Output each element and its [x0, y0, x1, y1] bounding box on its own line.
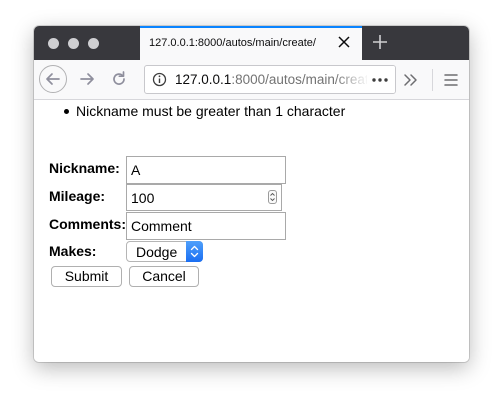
error-message: Nickname must be greater than 1 characte… [64, 103, 346, 119]
mileage-input[interactable]: 100 [126, 184, 282, 211]
makes-select[interactable]: Dodge [126, 241, 203, 262]
reload-button[interactable] [106, 66, 134, 94]
window-minimize-dot[interactable] [68, 38, 79, 49]
new-tab-icon[interactable] [371, 33, 389, 51]
active-tab[interactable]: 127.0.0.1:8000/autos/main/create/ [140, 26, 362, 60]
error-text: Nickname must be greater than 1 characte… [76, 103, 346, 119]
back-button[interactable] [39, 65, 67, 93]
submit-button[interactable]: Submit [51, 266, 122, 287]
cancel-button[interactable]: Cancel [129, 266, 199, 287]
tab-bar: 127.0.0.1:8000/autos/main/create/ [34, 26, 469, 60]
toolbar-separator [432, 69, 433, 91]
window-zoom-dot[interactable] [88, 38, 99, 49]
nickname-label: Nickname: [49, 160, 120, 176]
mileage-label: Mileage: [49, 188, 106, 204]
back-arrow-icon [46, 73, 60, 85]
page-content: Nickname must be greater than 1 characte… [34, 100, 469, 362]
url-bar[interactable]: 127.0.0.1:8000/autos/main/create/ [144, 65, 396, 94]
browser-window: 127.0.0.1:8000/autos/main/create/ 127.0.… [34, 26, 469, 362]
comments-label: Comments: [49, 216, 127, 232]
comments-input[interactable] [126, 212, 286, 240]
reload-icon [113, 71, 125, 85]
hamburger-menu-icon[interactable] [441, 70, 461, 90]
error-list: Nickname must be greater than 1 characte… [64, 103, 346, 119]
more-actions-icon[interactable] [370, 66, 390, 93]
nickname-input[interactable] [126, 156, 286, 184]
forward-button[interactable] [74, 66, 102, 94]
forward-arrow-icon [80, 73, 94, 85]
select-chevron-icon [190, 245, 199, 258]
makes-selected-value: Dodge [136, 244, 178, 260]
mileage-spinner[interactable] [268, 190, 277, 204]
url-fade [335, 66, 369, 93]
navigation-toolbar: 127.0.0.1:8000/autos/main/create/ [34, 60, 469, 100]
select-arrow [186, 241, 203, 262]
bullet [64, 109, 69, 114]
tab-title: 127.0.0.1:8000/autos/main/create/ [149, 37, 316, 49]
spinner-arrows-icon [270, 192, 275, 202]
overflow-chevron-icon[interactable] [401, 70, 421, 90]
makes-label: Makes: [49, 243, 97, 259]
url-host: 127.0.0.1 [175, 72, 232, 87]
window-close-dot[interactable] [48, 38, 59, 49]
close-tab-icon[interactable] [335, 33, 353, 51]
page-actions-area [367, 66, 395, 93]
info-icon[interactable] [152, 72, 167, 87]
mileage-value: 100 [131, 190, 155, 206]
